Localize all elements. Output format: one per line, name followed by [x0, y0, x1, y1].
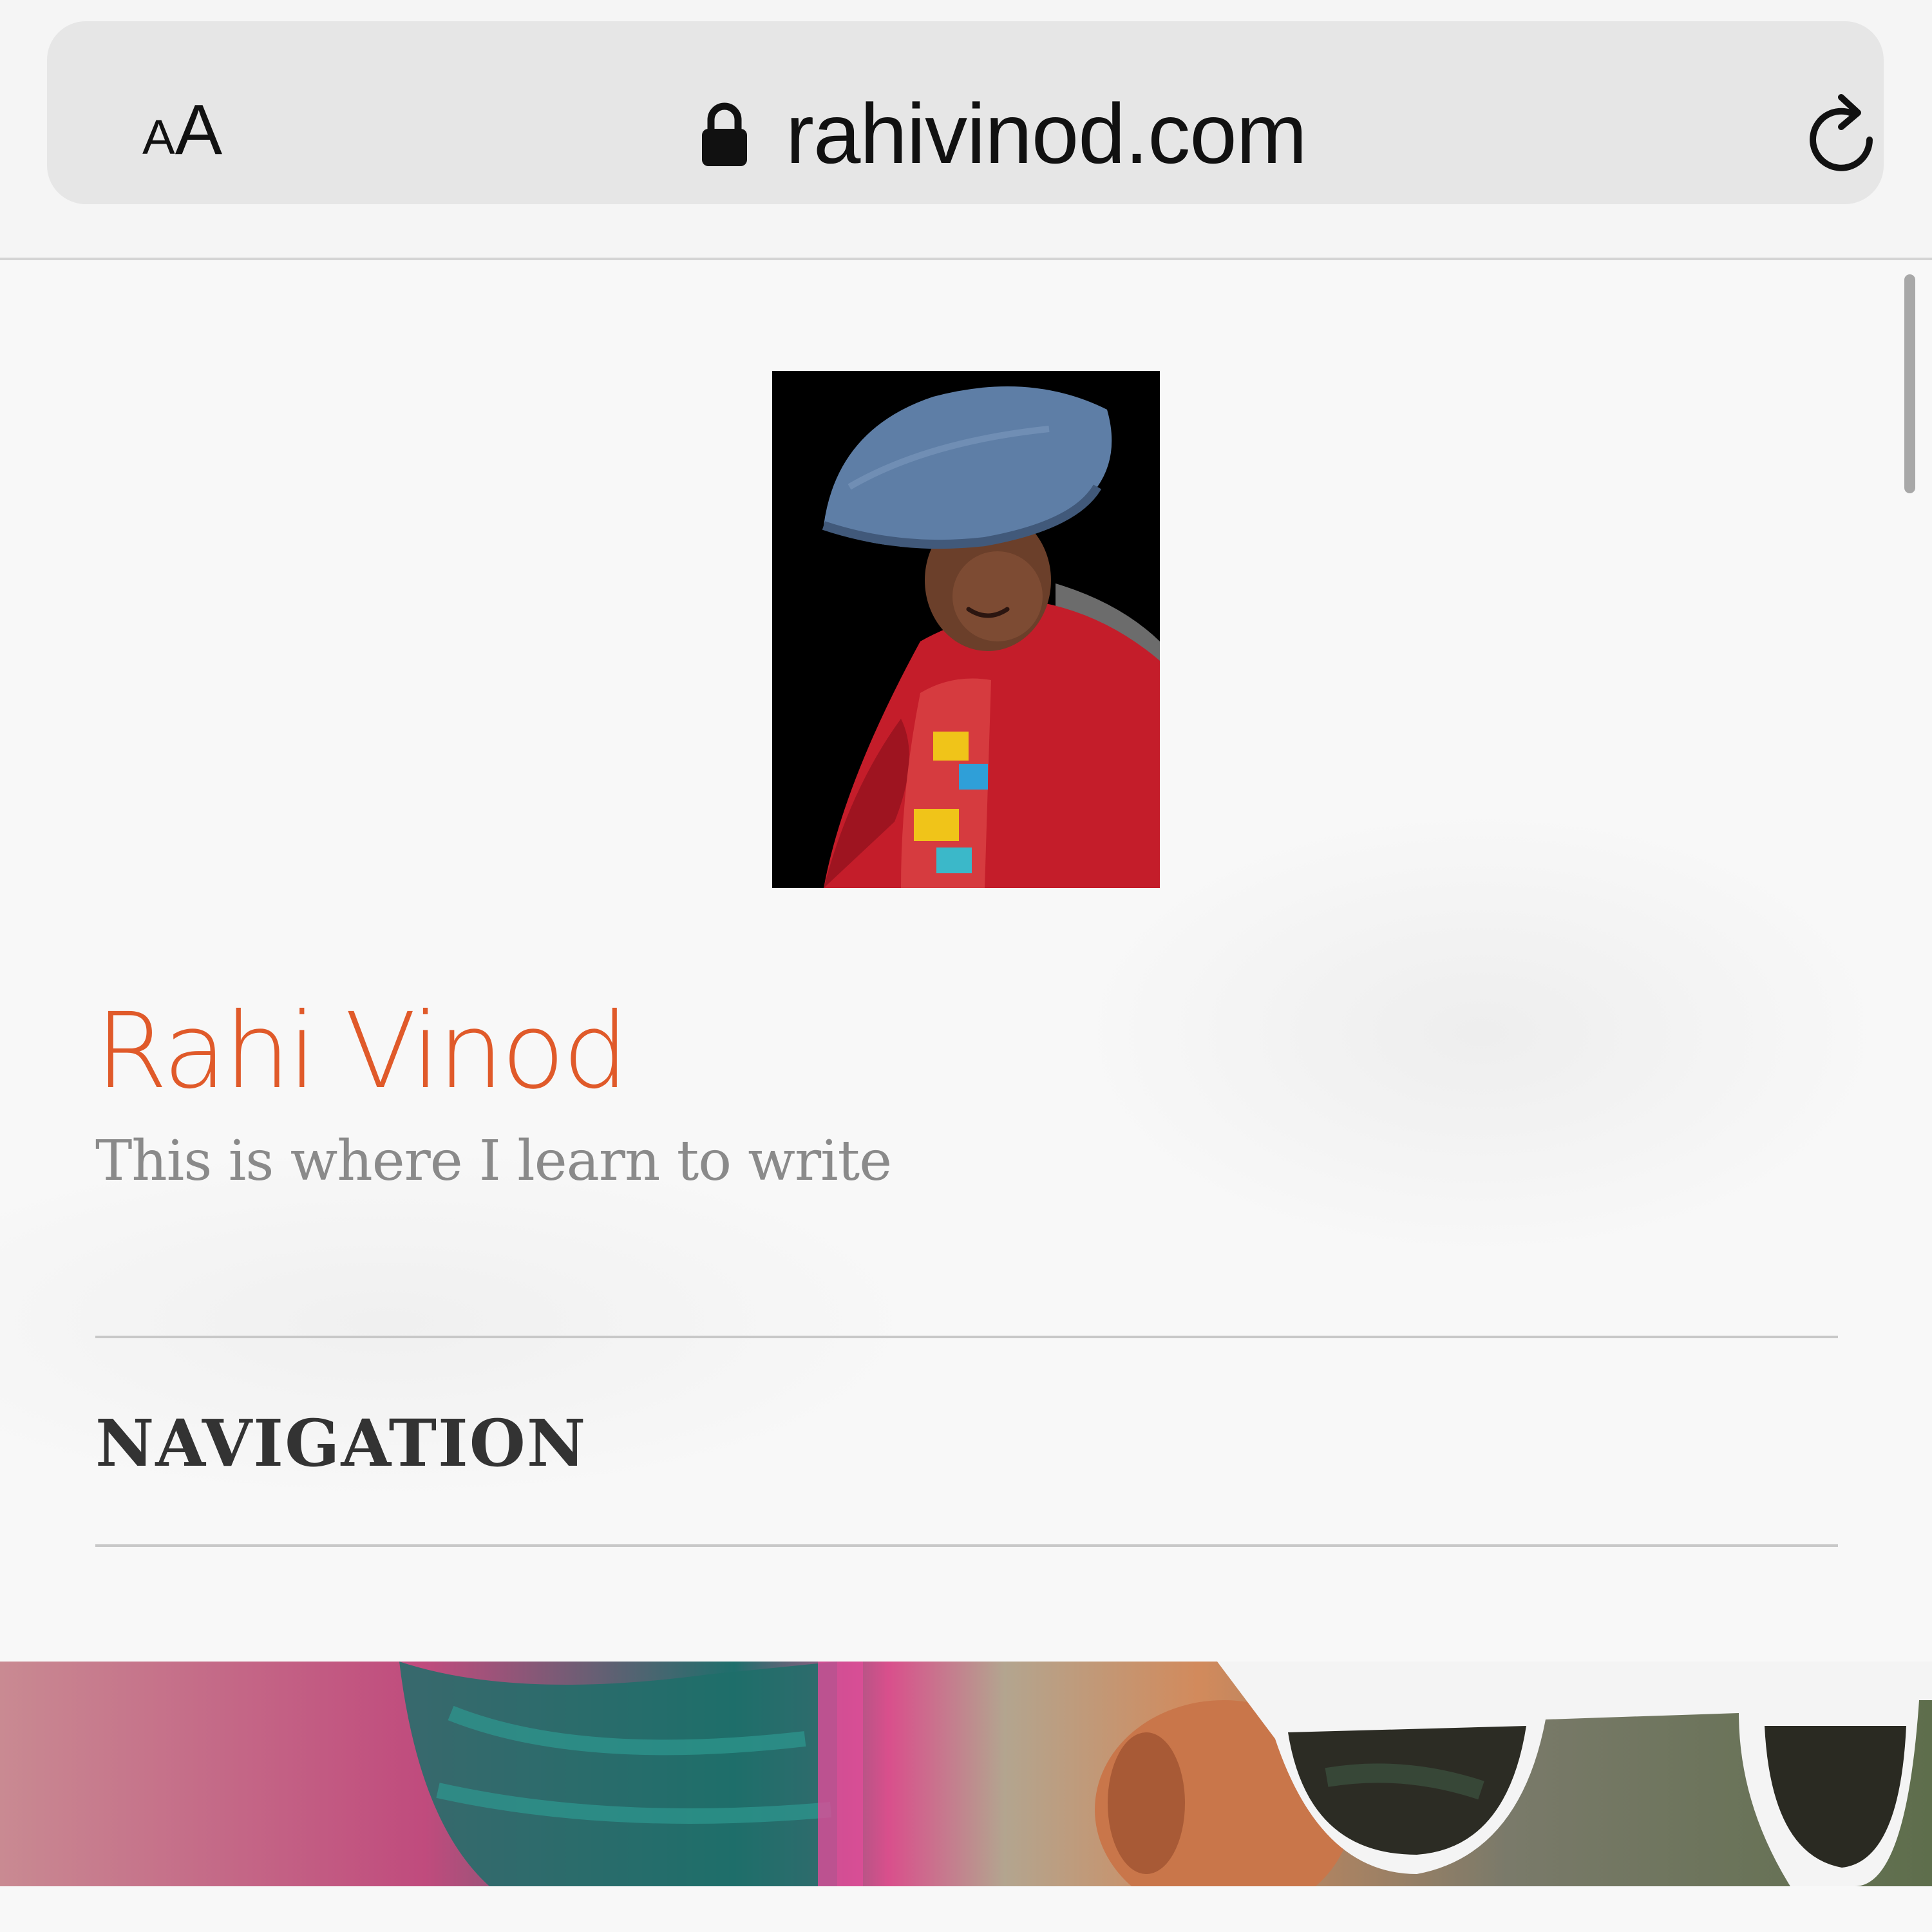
browser-window: AA rahivinod.com Rahi Vinod This is wher… [0, 0, 1932, 1932]
address-bar[interactable]: AA rahivinod.com [47, 21, 1884, 204]
header-banner-image [0, 1662, 1932, 1886]
reload-icon[interactable] [1805, 91, 1881, 177]
site-title[interactable]: Rahi Vinod [95, 994, 629, 1109]
profile-photo [772, 371, 1160, 888]
text-size-button[interactable]: AA [142, 95, 222, 172]
site-tagline: This is where I learn to write [95, 1129, 892, 1193]
navigation-divider-top [95, 1336, 1838, 1338]
web-page-content: Rahi Vinod This is where I learn to writ… [0, 260, 1932, 1932]
page-bottom-area [0, 1886, 1932, 1932]
lock-icon [702, 102, 747, 166]
navigation-toggle[interactable]: NAVIGATION [95, 1408, 587, 1479]
navigation-divider-bottom [95, 1544, 1838, 1547]
url-text: rahivinod.com [786, 86, 1307, 181]
scroll-indicator [1904, 274, 1915, 493]
text-size-large-glyph: A [175, 90, 223, 169]
browser-toolbar: AA rahivinod.com [0, 0, 1932, 260]
url-display[interactable]: rahivinod.com [701, 86, 1307, 182]
text-size-small-glyph: A [142, 110, 175, 165]
